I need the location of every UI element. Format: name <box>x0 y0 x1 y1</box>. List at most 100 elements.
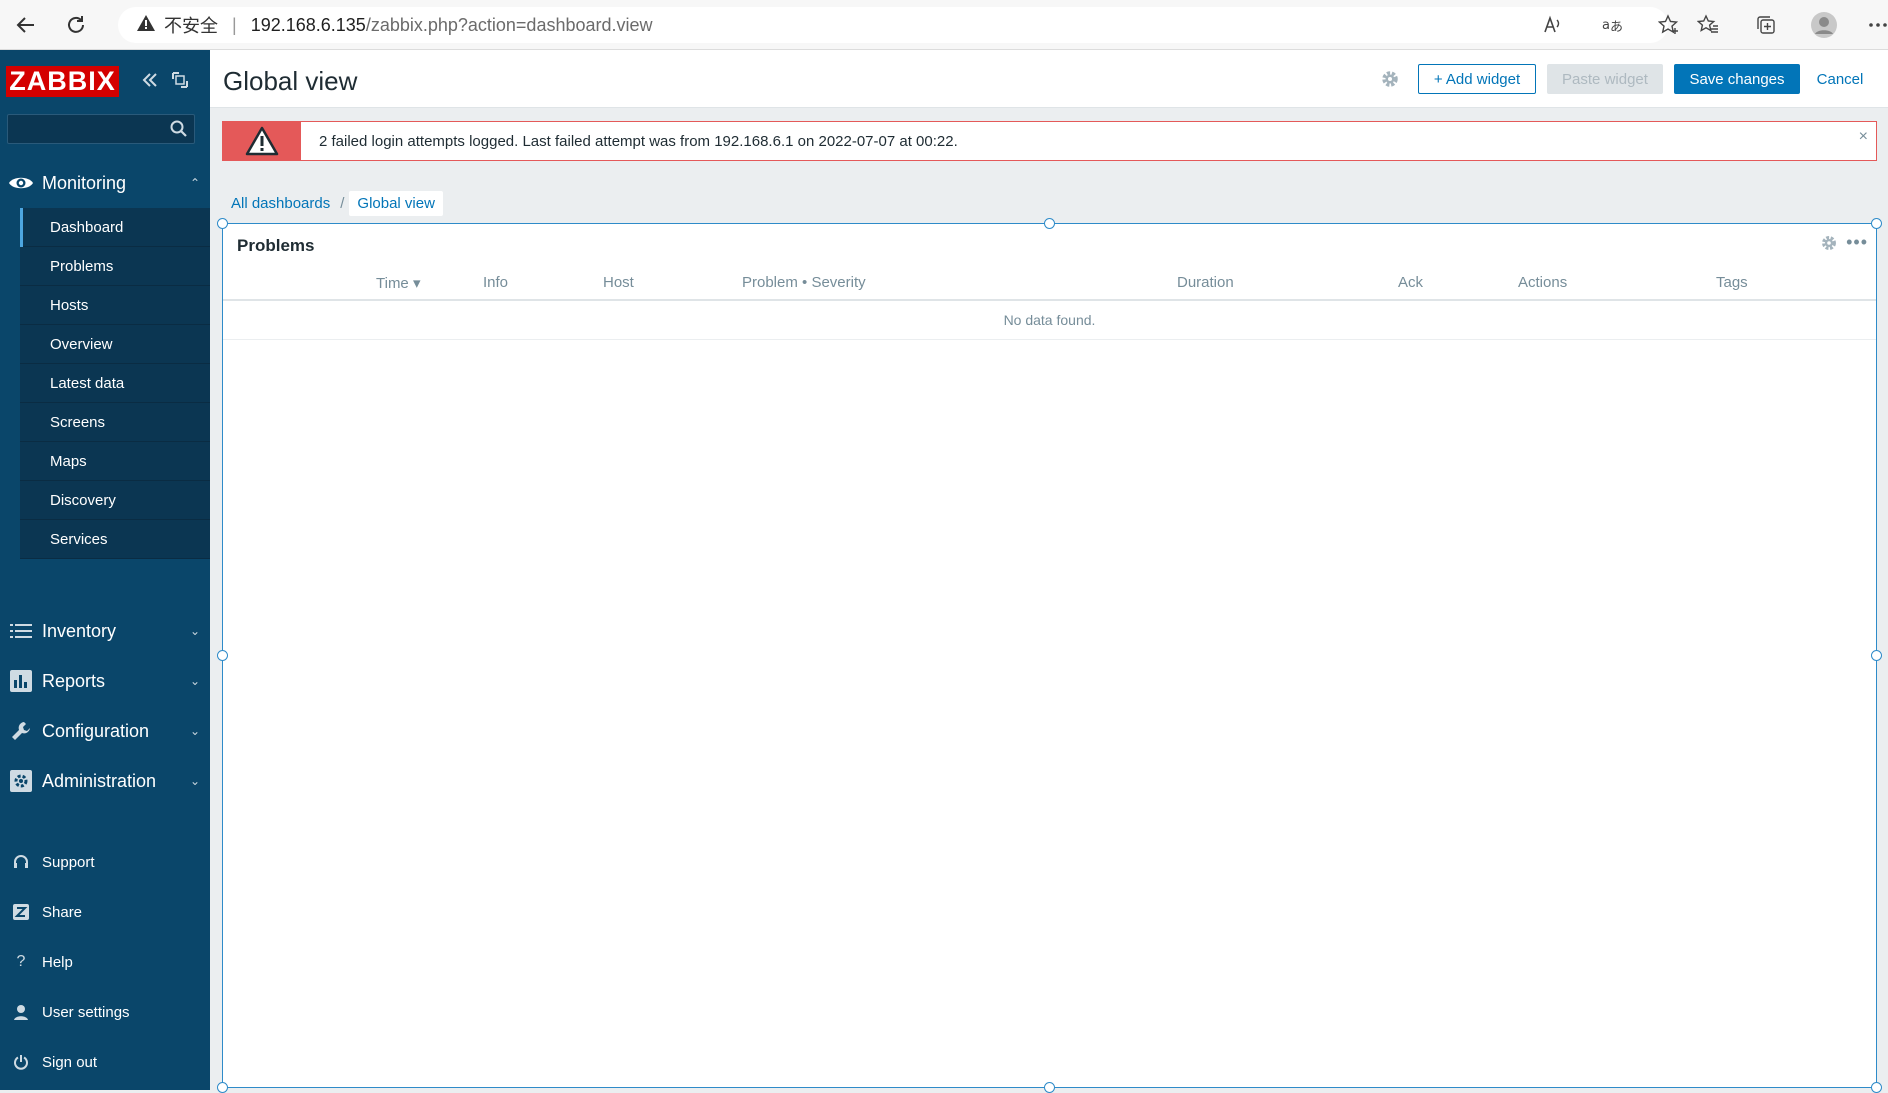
column-actions: Actions <box>1518 266 1716 301</box>
dashboard-properties-gear-icon[interactable] <box>1380 69 1400 94</box>
more-icon[interactable] <box>1860 7 1888 43</box>
submenu-maps[interactable]: Maps <box>20 442 210 481</box>
footer-support-label: Support <box>42 853 95 871</box>
active-indicator <box>20 208 23 247</box>
problems-table: Time ▾ Info Host Problem • Severity Dura… <box>223 266 1876 340</box>
menu-administration-label: Administration <box>42 770 157 791</box>
resize-handle[interactable] <box>217 218 228 229</box>
monitoring-submenu: Dashboard Problems Hosts Overview Latest… <box>20 208 210 559</box>
submenu-dashboard[interactable]: Dashboard <box>20 208 210 247</box>
footer-help[interactable]: ? Help <box>0 942 210 982</box>
collapse-sidebar-icon[interactable] <box>140 70 160 90</box>
resize-handle[interactable] <box>1871 218 1882 229</box>
widget-settings-gear-icon[interactable] <box>1820 234 1838 257</box>
submenu-overview[interactable]: Overview <box>20 325 210 364</box>
menu-monitoring[interactable]: Monitoring ⌃ <box>0 159 210 207</box>
collections-icon[interactable] <box>1748 7 1784 43</box>
sidebar: ZABBIX Monitoring ⌃ Dashboard Problems H… <box>0 50 210 1090</box>
cancel-link[interactable]: Cancel <box>1810 64 1870 94</box>
svg-text:a: a <box>1602 18 1610 33</box>
failed-login-alert: 2 failed login attempts logged. Last fai… <box>222 121 1877 161</box>
resize-handle[interactable] <box>1044 218 1055 229</box>
footer-help-label: Help <box>42 953 73 971</box>
widget-title: Problems <box>237 236 315 255</box>
no-data-message: No data found. <box>223 300 1876 340</box>
menu-inventory[interactable]: Inventory ⌄ <box>0 607 210 655</box>
wrench-icon <box>0 720 42 742</box>
save-changes-button[interactable]: Save changes <box>1674 64 1800 94</box>
address-separator: | <box>232 14 237 35</box>
paste-widget-button[interactable]: Paste widget <box>1547 64 1663 94</box>
back-icon[interactable] <box>6 5 46 45</box>
favorite-add-icon[interactable] <box>1651 7 1687 43</box>
column-spacer <box>223 266 376 301</box>
translate-icon[interactable]: aあ <box>1593 7 1629 43</box>
insecure-label: 不安全 <box>164 16 218 36</box>
widget-more-icon[interactable]: ••• <box>1846 232 1868 253</box>
footer-support[interactable]: Support <box>0 842 210 882</box>
submenu-discovery[interactable]: Discovery <box>20 481 210 520</box>
add-widget-button[interactable]: + Add widget <box>1418 64 1536 94</box>
footer-user-settings[interactable]: User settings <box>0 992 210 1032</box>
search-icon[interactable] <box>170 120 188 143</box>
help-icon: ? <box>16 953 26 970</box>
alert-message: 2 failed login attempts logged. Last fai… <box>319 133 958 150</box>
problems-widget[interactable]: Problems ••• Time ▾ Info Host Problem • … <box>217 218 1882 1093</box>
menu-administration[interactable]: Administration ⌄ <box>0 757 210 805</box>
column-duration: Duration <box>1177 266 1398 301</box>
column-time[interactable]: Time ▾ <box>376 266 483 301</box>
resize-handle[interactable] <box>1044 1082 1055 1093</box>
submenu-hosts[interactable]: Hosts <box>20 286 210 325</box>
submenu-services[interactable]: Services <box>20 520 210 559</box>
resize-handle[interactable] <box>1871 650 1882 661</box>
column-host: Host <box>603 266 742 301</box>
menu-reports[interactable]: Reports ⌄ <box>0 657 210 705</box>
kiosk-mode-icon[interactable] <box>170 70 190 90</box>
menu-configuration[interactable]: Configuration ⌄ <box>0 707 210 755</box>
submenu-screens[interactable]: Screens <box>20 403 210 442</box>
reload-icon[interactable] <box>56 5 96 45</box>
headset-icon <box>0 854 42 870</box>
footer-share[interactable]: Share <box>0 892 210 932</box>
url-host: 192.168.6.135 <box>250 14 366 35</box>
page-header: Global view + Add widget Paste widget Sa… <box>210 50 1888 108</box>
resize-handle[interactable] <box>217 650 228 661</box>
eye-icon <box>0 174 42 192</box>
svg-text:あ: あ <box>1610 20 1622 35</box>
profile-avatar-icon[interactable] <box>1806 7 1842 43</box>
read-aloud-icon[interactable] <box>1535 7 1571 43</box>
browser-toolbar: 不安全 | 192.168.6.135 /zabbix.php?action=d… <box>0 0 1888 50</box>
resize-handle[interactable] <box>217 1082 228 1093</box>
zabbix-logo[interactable]: ZABBIX <box>6 66 119 97</box>
footer-sign-out[interactable]: Sign out <box>0 1042 210 1082</box>
admin-gear-icon <box>0 770 42 792</box>
menu-reports-label: Reports <box>42 670 106 691</box>
sidebar-search-input[interactable] <box>7 114 195 144</box>
submenu-problems[interactable]: Problems <box>20 247 210 286</box>
address-bar[interactable]: 不安全 | 192.168.6.135 /zabbix.php?action=d… <box>118 7 1668 43</box>
table-row: No data found. <box>223 300 1876 340</box>
submenu-latest-data[interactable]: Latest data <box>20 364 210 403</box>
chevron-down-icon: ⌄ <box>189 724 201 738</box>
share-z-icon <box>0 904 42 920</box>
breadcrumb-current[interactable]: Global view <box>349 190 443 216</box>
column-tags: Tags <box>1716 266 1876 301</box>
footer-sign-out-label: Sign out <box>42 1053 98 1071</box>
power-icon <box>0 1054 42 1070</box>
breadcrumb-all-dashboards[interactable]: All dashboards <box>226 195 335 212</box>
favorites-icon[interactable] <box>1690 7 1726 43</box>
breadcrumb: All dashboards / Global view <box>226 190 443 216</box>
resize-handle[interactable] <box>1871 1082 1882 1093</box>
chevron-down-icon: ⌄ <box>189 774 201 788</box>
breadcrumb-separator: / <box>340 194 345 212</box>
close-icon[interactable]: × <box>1859 128 1868 146</box>
column-ack: Ack <box>1398 266 1518 301</box>
page-title: Global view <box>223 66 358 96</box>
chevron-down-icon: ⌄ <box>189 624 201 638</box>
warning-icon <box>136 14 156 37</box>
url-path: /zabbix.php?action=dashboard.view <box>365 14 653 35</box>
chevron-up-icon: ⌃ <box>189 176 201 190</box>
menu-configuration-label: Configuration <box>42 720 150 741</box>
menu-monitoring-label: Monitoring <box>42 172 127 193</box>
menu-inventory-label: Inventory <box>42 620 117 641</box>
